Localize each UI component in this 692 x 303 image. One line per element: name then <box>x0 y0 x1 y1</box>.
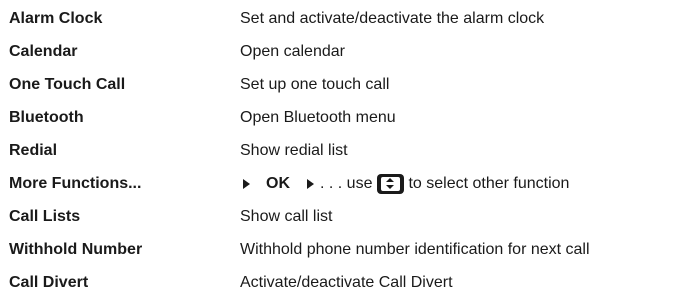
function-name: Call Lists <box>9 207 81 225</box>
function-name: Alarm Clock <box>9 9 103 27</box>
function-description: Open calendar <box>240 42 345 60</box>
function-description: Set up one touch call <box>240 75 390 93</box>
table-row: Withhold Number Withhold phone number id… <box>0 233 692 266</box>
ok-key-label: OK <box>266 174 290 192</box>
function-name: Withhold Number <box>9 240 143 258</box>
table-row: Alarm Clock Set and activate/deactivate … <box>0 2 692 35</box>
table-row: More Functions... OK . . . use to select… <box>0 167 692 200</box>
function-description: Activate/deactivate Call Divert <box>240 273 453 291</box>
function-name: Redial <box>9 141 58 159</box>
function-description: Show call list <box>240 207 333 225</box>
function-description: OK . . . use to select other function <box>240 173 570 194</box>
function-name: Bluetooth <box>9 108 84 126</box>
function-name: Calendar <box>9 42 78 60</box>
function-name: Call Divert <box>9 273 89 291</box>
function-description: Set and activate/deactivate the alarm cl… <box>240 9 545 27</box>
table-row: Redial Show redial list <box>0 134 692 167</box>
table-row: Call Lists Show call list <box>0 200 692 233</box>
table-row: Calendar Open calendar <box>0 35 692 68</box>
function-description: Show redial list <box>240 141 348 159</box>
function-name: One Touch Call <box>9 75 126 93</box>
function-description: Withhold phone number identification for… <box>240 240 590 258</box>
arrow-right-icon <box>243 178 250 189</box>
table-row: One Touch Call Set up one touch call <box>0 68 692 101</box>
arrow-right-icon <box>307 178 314 189</box>
function-description: Open Bluetooth menu <box>240 108 396 126</box>
function-table: Alarm Clock Set and activate/deactivate … <box>0 0 692 303</box>
use-text: . . . use <box>320 174 373 192</box>
navigation-key-up-down-icon <box>377 173 405 194</box>
table-row: Call Divert Activate/deactivate Call Div… <box>0 266 692 299</box>
function-name: More Functions... <box>9 174 142 192</box>
table-row: Bluetooth Open Bluetooth menu <box>0 101 692 134</box>
select-other-function-text: to select other function <box>408 174 570 192</box>
